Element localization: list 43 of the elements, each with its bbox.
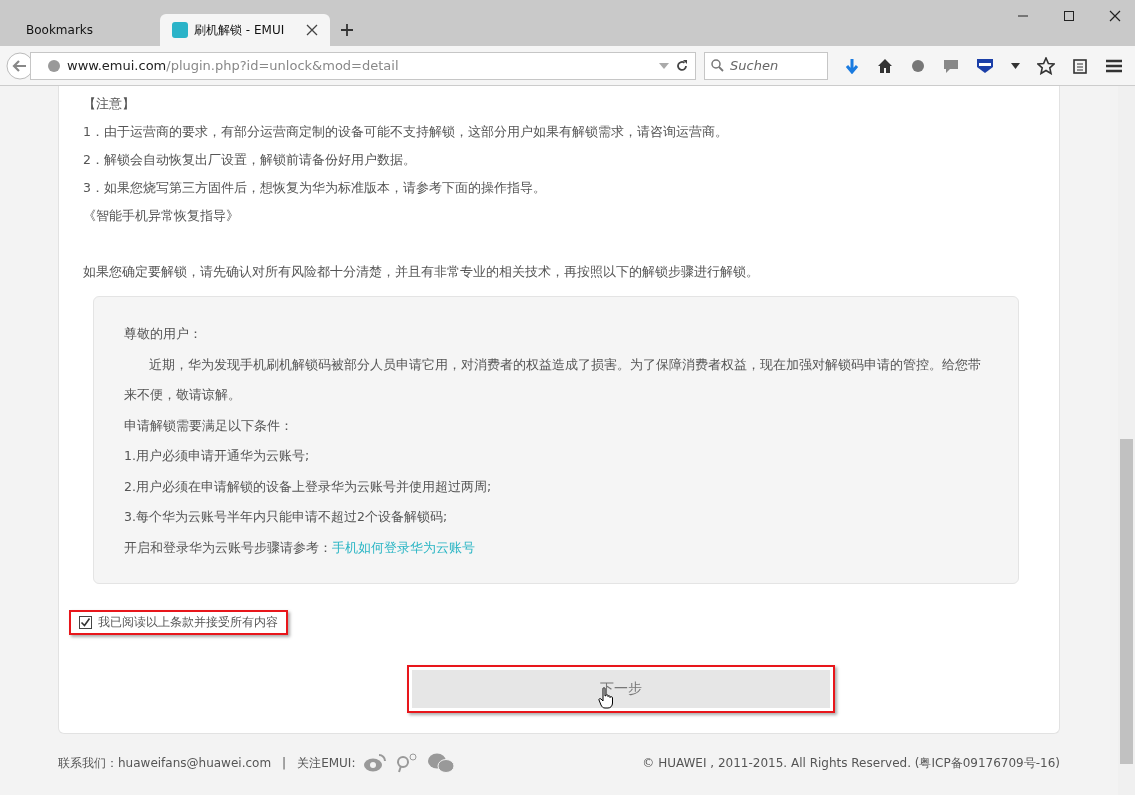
address-bar[interactable]: www.emui.com/plugin.php?id=unlock&mod=detail — [30, 51, 696, 80]
close-icon[interactable] — [306, 24, 318, 36]
scrollbar-thumb[interactable] — [1120, 439, 1133, 764]
notice-item: 2．解锁会自动恢复出厂设置，解锁前请备份好用户数据。 — [83, 151, 417, 169]
download-arrow-icon[interactable] — [844, 57, 860, 74]
next-step-button[interactable]: 下一步 — [407, 665, 835, 713]
notice-item: 3．如果您烧写第三方固件后，想恢复为华为标准版本，请参考下面的操作指导。 — [83, 179, 547, 197]
search-field[interactable]: Suchen — [704, 51, 828, 80]
separator-text: | — [282, 756, 287, 770]
menu-icon[interactable] — [1105, 57, 1123, 74]
close-icon[interactable] — [1109, 10, 1121, 22]
condition-item: 3.每个华为云账号半年内只能申请不超过2个设备解锁码; — [124, 508, 449, 526]
greeting-text: 尊敬的用户： — [124, 325, 203, 343]
condition-item: 2.用户必须在申请解锁的设备上登录华为云账号并使用超过两周; — [124, 477, 493, 496]
site-logo-icon — [172, 22, 188, 38]
speech-bubble-icon[interactable] — [943, 57, 959, 74]
condition-item: 1.用户必须申请开通华为云账号; — [124, 447, 311, 465]
checkbox-icon[interactable] — [79, 616, 92, 629]
browser-tab[interactable]: Bookmarks — [14, 14, 150, 46]
caret-icon[interactable] — [1011, 62, 1020, 69]
plus-icon[interactable] — [340, 23, 354, 37]
home-icon[interactable] — [877, 57, 893, 74]
url-text: www.emui.com/plugin.php?id=unlock&mod=detail — [67, 58, 400, 73]
reload-icon[interactable] — [675, 58, 689, 73]
notice-item: 1．由于运营商的要求，有部分运营商定制的设备可能不支持解锁，这部分用户如果有解锁需求，请咨询运营商。 — [83, 123, 729, 141]
swirl-logo-icon[interactable] — [395, 753, 420, 773]
follow-label: 关注EMUI: — [297, 754, 356, 772]
chat-bubbles-icon[interactable] — [427, 752, 456, 774]
contact-text: 联系我们：huaweifans@huawei.com — [58, 754, 272, 772]
eye-logo-icon[interactable] — [363, 753, 388, 773]
browser-tab[interactable]: 刷机解锁 - EMUI — [160, 14, 330, 46]
maximize-icon[interactable] — [1063, 10, 1075, 22]
conditions-title: 申请解锁需要满足以下条件： — [124, 416, 294, 435]
guide-link[interactable]: 《智能手机异常恢复指导》 — [83, 208, 239, 223]
letter-body: 近期，华为发现手机刷机解锁码被部分人员申请它用，对消费者的权益造成了损害。为了保障消费者权益，现在加强对解锁码申请的管控。给您带来不便，敬请谅解。 — [124, 355, 982, 404]
agree-checkbox[interactable]: 我已阅读以上条款并接受所有内容 — [69, 610, 288, 635]
clipboard-icon[interactable] — [1072, 57, 1088, 74]
abe-shield-icon[interactable] — [976, 57, 994, 74]
notice-heading: 【注意】 — [83, 95, 136, 113]
reference-label: 开启和登录华为云账号步骤请参考： — [124, 539, 332, 555]
warning-text: 如果您确定要解锁，请先确认对所有风险都十分清楚，并且有非常专业的相关技术，再按照以下的解锁步骤进行解锁。 — [83, 263, 760, 281]
star-icon[interactable] — [1037, 56, 1055, 75]
copyright-text: © HUAWEI , 2011-2015. All Rights Reserved. (粤ICP备09176709号-16) — [642, 754, 1060, 772]
